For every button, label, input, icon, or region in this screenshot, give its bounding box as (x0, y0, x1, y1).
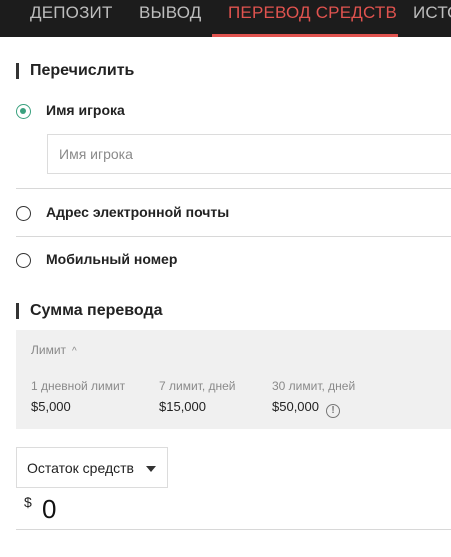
option-mobile[interactable]: Мобильный номер (16, 250, 451, 272)
amount-underline (16, 529, 451, 530)
tab-deposit[interactable]: ДЕПОЗИТ (30, 0, 113, 37)
limit-weekly: 7 лимит, дней $15,000 (159, 379, 236, 414)
limit-monthly-value: $50,000 (272, 399, 319, 414)
divider (16, 236, 451, 237)
transfer-amount-title: Сумма перевода (30, 302, 163, 319)
limit-daily-label: 1 дневной лимит (31, 379, 126, 393)
email-radio[interactable] (16, 206, 31, 221)
limit-daily-value: $5,000 (31, 399, 71, 414)
divider (16, 188, 451, 189)
chevron-up-icon: ^ (72, 346, 77, 357)
option-player-name[interactable]: Имя игрока (16, 101, 451, 123)
player-name-field[interactable] (47, 134, 451, 174)
limit-monthly-row: $50,000! (272, 399, 355, 418)
top-navigation: ДЕПОЗИТ ВЫВОД ПЕРЕВОД СРЕДСТВ ИСТО (0, 0, 451, 37)
tab-history[interactable]: ИСТО (413, 0, 451, 37)
tab-transfer[interactable]: ПЕРЕВОД СРЕДСТВ (228, 0, 397, 37)
transfer-amount-heading: Сумма перевода (16, 301, 163, 321)
email-label: Адрес электронной почты (46, 204, 230, 220)
mobile-label: Мобильный номер (46, 251, 178, 267)
player-name-radio[interactable] (16, 104, 31, 119)
player-name-input[interactable] (48, 135, 451, 173)
amount-input[interactable]: 0 (42, 494, 56, 525)
heading-marker (16, 63, 19, 79)
transfer-to-heading: Перечислить (16, 61, 134, 81)
mobile-radio[interactable] (16, 253, 31, 268)
limit-weekly-label: 7 лимит, дней (159, 379, 236, 393)
limit-monthly-label: 30 лимит, дней (272, 379, 356, 393)
info-icon[interactable]: ! (326, 404, 340, 418)
dropdown-selected-label: Остаток средств (27, 460, 134, 476)
limit-monthly: 30 лимит, дней $50,000! (272, 379, 355, 418)
tab-withdraw[interactable]: ВЫВОД (139, 0, 202, 37)
player-name-label: Имя игрока (46, 102, 125, 118)
transfer-page: ДЕПОЗИТ ВЫВОД ПЕРЕВОД СРЕДСТВ ИСТО Переч… (0, 0, 451, 557)
limit-weekly-value: $15,000 (159, 399, 206, 414)
limits-toggle[interactable]: Лимит ^ (31, 343, 77, 357)
option-email[interactable]: Адрес электронной почты (16, 203, 451, 225)
limits-header-label: Лимит (31, 343, 67, 357)
transfer-to-title: Перечислить (30, 62, 135, 79)
heading-marker (16, 303, 19, 319)
balance-source-dropdown[interactable]: Остаток средств (16, 447, 168, 488)
limits-panel: Лимит ^ 1 дневной лимит $5,000 7 лимит, д… (16, 330, 451, 429)
currency-symbol: $ (24, 494, 32, 510)
active-tab-indicator (212, 34, 398, 37)
limit-daily: 1 дневной лимит $5,000 (31, 379, 125, 414)
caret-down-icon (146, 466, 156, 472)
